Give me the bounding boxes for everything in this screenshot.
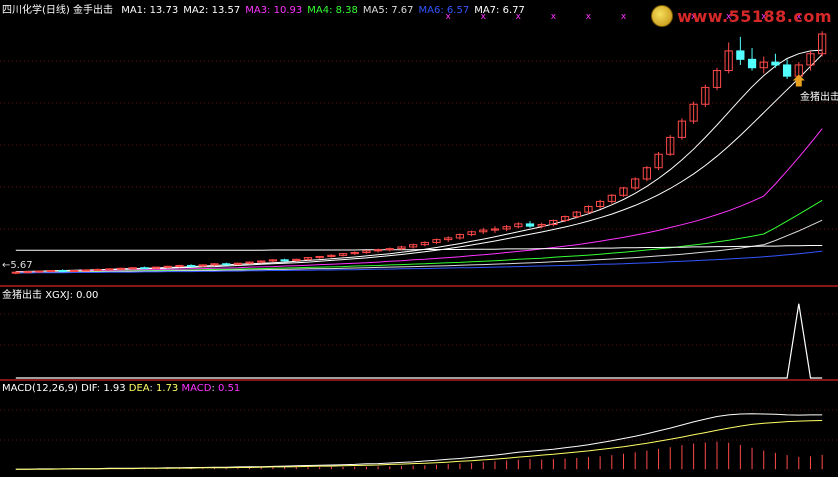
ma-legend-ma2: MA2: 13.57 (183, 5, 241, 16)
xgxj-value: 0.00 (76, 290, 99, 301)
macd-header: MACD(12,26,9) DIF: 1.93 DEA: 1.73 MACD: … (2, 383, 241, 394)
candle-body (35, 270, 44, 273)
top-marker: x (551, 12, 557, 22)
candle-body (81, 269, 91, 272)
logo-badge-icon (651, 5, 674, 27)
price-header: 四川化学(日线) 金手出击 MA1: 13.73 MA2: 13.57 MA3: 1… (2, 5, 525, 17)
xgxj-line (15, 303, 823, 379)
candle-body (116, 267, 126, 270)
macd-line-dif (15, 413, 823, 470)
ma-legend-ma7: MA7: 6.77 (474, 5, 525, 16)
site-logo: www.55188.com (651, 4, 832, 28)
candle-body (128, 267, 137, 270)
ma-line-ma1 (15, 49, 823, 273)
dea-value: 1.73 (156, 383, 179, 394)
candle-body (105, 268, 114, 271)
indicator-name: 金手出击 (73, 5, 113, 16)
xgxj-header: 金猪出击 XGXJ: 0.00 (2, 290, 99, 301)
candle-body (70, 270, 79, 273)
stock-chart[interactable]: xxxxxxxxxxx (0, 0, 838, 477)
macd-value: 0.51 (218, 383, 241, 394)
stock-name: 四川化学(日线) (2, 5, 70, 16)
top-marker: x (621, 12, 627, 22)
price-min-label: ←5.67 (2, 260, 33, 271)
candle-body (175, 264, 184, 267)
candle-body (222, 263, 231, 266)
candle-body (525, 223, 535, 227)
ma-legend-ma5: MA5: 7.67 (362, 5, 414, 16)
ma-legend: MA1: 13.73 MA2: 13.57 MA3: 10.93 MA4: 8.38 M… (116, 5, 525, 16)
candle-body (46, 270, 56, 273)
candle-body (163, 265, 172, 268)
candle-body (58, 270, 67, 273)
macd-label: MACD (181, 383, 212, 394)
candle-body (736, 50, 745, 60)
top-marker: x (586, 12, 592, 22)
ma-line-ma7 (15, 245, 823, 251)
logo-text: www.55188.com (677, 6, 832, 26)
candle-body (140, 267, 149, 270)
ma-legend-ma4: MA4: 8.38 (307, 5, 358, 16)
candle-body (280, 259, 289, 262)
dea-label: DEA (128, 383, 150, 394)
ma-legend-ma6: MA6: 6.57 (418, 5, 470, 16)
candle-body (747, 58, 757, 69)
candle-body (782, 64, 792, 77)
ma-legend-ma3: MA3: 10.93 (245, 5, 303, 16)
xgxj-name: XGXJ (45, 290, 70, 301)
candle-body (11, 271, 20, 274)
dif-label: DIF (81, 383, 97, 394)
xgxj-title: 金猪出击 (2, 290, 42, 301)
macd-title: MACD(12,26,9) (2, 383, 78, 394)
candle-body (93, 268, 102, 271)
candle-body (187, 264, 196, 267)
ma-legend-ma1: MA1: 13.73 (121, 5, 179, 16)
candle-body (771, 61, 780, 66)
dif-value: 1.93 (103, 383, 126, 394)
signal-label: 金猪出击 (800, 92, 838, 103)
ma-line-ma4 (15, 199, 823, 273)
signal-arrow-icon (792, 74, 805, 87)
